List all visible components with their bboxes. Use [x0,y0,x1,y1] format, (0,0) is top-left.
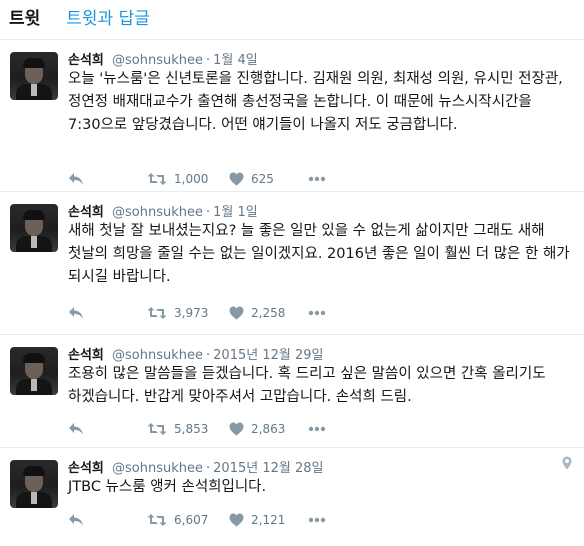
display-name[interactable]: 손석희 [68,205,104,220]
tab-tweets-and-replies[interactable]: 트윗과 답글 [53,4,163,39]
display-name[interactable]: 손석희 [68,53,104,68]
reply-icon [69,514,83,526]
separator-dot: · [206,53,211,68]
tweet[interactable]: 손석희 @sohnsukhee · 1월 1일 새해 첫날 잘 보내셨는지요? 늘 … [0,192,584,335]
avatar[interactable] [10,347,58,395]
more-icon [308,310,326,316]
tweet-text: JTBC 뉴스룸 앵커 손석희입니다. [68,479,267,495]
retweet-button[interactable]: 3,973 [147,306,229,320]
tweet[interactable]: 손석희 @sohnsukhee · 1월 4일 오늘 '뉴스룸'은 신년토론을 진행… [0,40,584,192]
retweet-count: 6,607 [174,513,209,527]
tweet-date[interactable]: 2015년 12월 28일 [213,461,323,476]
separator-dot: · [206,205,211,220]
like-button[interactable]: 2,121 [229,513,308,527]
tweet-header: 손석희 @sohnsukhee · 2015년 12월 28일 [68,457,323,476]
retweet-button[interactable]: 6,607 [147,513,229,527]
retweet-icon [147,307,167,319]
user-handle[interactable]: @sohnsukhee [112,53,203,68]
separator-dot: · [206,461,211,476]
avatar[interactable] [10,204,58,252]
retweet-icon [147,173,167,185]
reply-button[interactable] [68,172,147,186]
display-name[interactable]: 손석희 [68,348,104,363]
like-count: 625 [251,172,274,186]
retweet-count: 5,853 [174,422,209,436]
tweet-text: 새해 첫날 잘 보내셨는지요? 늘 좋은 일만 있을 수 없는게 삶이지만 그래… [68,223,570,285]
tweet-date[interactable]: 1월 4일 [213,53,258,68]
retweet-count: 1,000 [174,172,209,186]
tweet-text: 조용히 많은 말씀들을 듣겠습니다. 혹 드리고 싶은 말씀이 있으면 간혹 올… [68,366,546,405]
location-pin-icon[interactable] [562,456,572,470]
tweet-date[interactable]: 2015년 12월 29일 [213,348,323,363]
reply-button[interactable] [68,306,147,320]
tweet-header: 손석희 @sohnsukhee · 2015년 12월 29일 [68,344,323,363]
like-count: 2,863 [251,422,286,436]
heart-icon [229,513,244,527]
retweet-icon [147,514,167,526]
reply-icon [69,307,83,319]
more-icon [308,426,326,432]
more-button[interactable] [308,517,326,523]
like-button[interactable]: 2,258 [229,306,308,320]
retweet-button[interactable]: 1,000 [147,172,229,186]
tweet-date[interactable]: 1월 1일 [213,205,258,220]
separator-dot: · [206,348,211,363]
heart-icon [229,306,244,320]
like-button[interactable]: 2,863 [229,422,308,436]
retweet-icon [147,423,167,435]
tweet-actions: 1,000 625 [68,169,326,189]
avatar[interactable] [10,460,58,508]
tweet-text: 오늘 '뉴스룸'은 신년토론을 진행합니다. 김재원 의원, 최재성 의원, 유… [68,71,563,133]
tweet-actions: 6,607 2,121 [68,510,326,530]
user-handle[interactable]: @sohnsukhee [112,205,203,220]
reply-button[interactable] [68,513,147,527]
heart-icon [229,172,244,186]
display-name[interactable]: 손석희 [68,461,104,476]
retweet-count: 3,973 [174,306,209,320]
more-button[interactable] [308,176,326,182]
reply-icon [69,423,83,435]
tweet-header: 손석희 @sohnsukhee · 1월 4일 [68,49,258,68]
reply-icon [69,173,83,185]
avatar[interactable] [10,52,58,100]
more-icon [308,517,326,523]
reply-button[interactable] [68,422,147,436]
user-handle[interactable]: @sohnsukhee [112,348,203,363]
tweet-header: 손석희 @sohnsukhee · 1월 1일 [68,201,258,220]
tweet[interactable]: 손석희 @sohnsukhee · 2015년 12월 28일 JTBC 뉴스룸 앵… [0,448,584,546]
more-icon [308,176,326,182]
tab-tweets[interactable]: 트윗 [9,4,53,39]
like-count: 2,121 [251,513,286,527]
heart-icon [229,422,244,436]
profile-tabs: 트윗 트윗과 답글 [0,0,584,40]
like-count: 2,258 [251,306,286,320]
tweet-actions: 5,853 2,863 [68,419,326,439]
tweet[interactable]: 손석희 @sohnsukhee · 2015년 12월 29일 조용히 많은 말씀들… [0,335,584,448]
more-button[interactable] [308,426,326,432]
retweet-button[interactable]: 5,853 [147,422,229,436]
like-button[interactable]: 625 [229,172,308,186]
tweet-actions: 3,973 2,258 [68,303,326,323]
more-button[interactable] [308,310,326,316]
user-handle[interactable]: @sohnsukhee [112,461,203,476]
